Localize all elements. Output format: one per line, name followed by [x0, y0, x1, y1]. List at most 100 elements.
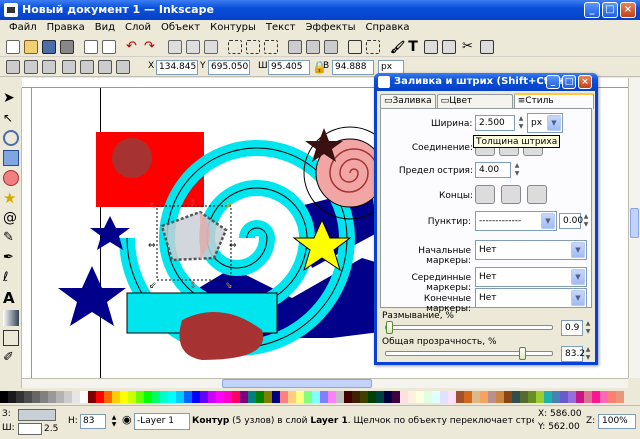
palette-swatch[interactable] — [616, 391, 624, 403]
palette-swatch[interactable] — [376, 391, 384, 403]
open-icon[interactable] — [24, 40, 38, 54]
opacity-slider[interactable] — [385, 351, 553, 356]
palette-swatch[interactable] — [520, 391, 528, 403]
height-input[interactable]: 94.888 — [332, 60, 374, 75]
palette-swatch[interactable] — [112, 391, 120, 403]
palette-swatch[interactable] — [408, 391, 416, 403]
palette-swatch[interactable] — [0, 391, 8, 403]
menu-object[interactable]: Объект — [156, 20, 205, 37]
palette-swatch[interactable] — [80, 391, 88, 403]
pencil-tool-icon[interactable]: ✎ — [3, 230, 19, 246]
miter-limit-input[interactable]: 4.00 — [475, 162, 511, 178]
palette-swatch[interactable] — [128, 391, 136, 403]
palette-swatch[interactable] — [240, 391, 248, 403]
rotate-cw-icon[interactable] — [80, 60, 94, 74]
opacity-value-spin[interactable]: ▲ ▼ — [584, 346, 592, 362]
menu-edit[interactable]: Правка — [42, 20, 90, 37]
text-tool-icon[interactable]: A — [3, 290, 19, 306]
blur-slider[interactable] — [385, 325, 553, 330]
menu-view[interactable]: Вид — [90, 20, 120, 37]
node-tool-icon[interactable]: ↖ — [3, 110, 19, 126]
palette-swatch[interactable] — [536, 391, 544, 403]
mid-marker-select[interactable]: Нет ▼ — [475, 267, 587, 287]
palette-swatch[interactable] — [72, 391, 80, 403]
palette-swatch[interactable] — [288, 391, 296, 403]
palette-swatch[interactable] — [504, 391, 512, 403]
selector-tool-icon[interactable]: ➤ — [3, 90, 19, 106]
stroke-width-input[interactable]: 2.500 — [475, 115, 515, 131]
menu-effects[interactable]: Эффекты — [300, 20, 360, 37]
palette-swatch[interactable] — [16, 391, 24, 403]
start-marker-select[interactable]: Нет ▼ — [475, 240, 587, 260]
document-properties-icon[interactable] — [480, 40, 494, 54]
undo-icon[interactable]: ↶ — [126, 40, 140, 54]
zoom-page-icon[interactable] — [264, 40, 278, 54]
palette-swatch[interactable] — [208, 391, 216, 403]
print-icon[interactable] — [60, 40, 74, 54]
maximize-button[interactable]: □ — [602, 2, 618, 18]
palette-swatch[interactable] — [344, 391, 352, 403]
palette-swatch[interactable] — [384, 391, 392, 403]
palette-swatch[interactable] — [584, 391, 592, 403]
opacity-slider-thumb[interactable] — [518, 347, 526, 360]
deselect-icon[interactable] — [42, 60, 56, 74]
resize-handle-w[interactable]: ⇔ — [148, 241, 156, 251]
preferences-icon[interactable]: ✂ — [462, 40, 476, 54]
palette-swatch[interactable] — [40, 391, 48, 403]
layer-select[interactable]: -Layer 1 — [134, 413, 190, 430]
palette-swatch[interactable] — [312, 391, 320, 403]
palette-swatch[interactable] — [320, 391, 328, 403]
duplicate-icon[interactable] — [288, 40, 302, 54]
palette-swatch[interactable] — [528, 391, 536, 403]
palette-swatch[interactable] — [224, 391, 232, 403]
palette-swatch[interactable] — [488, 391, 496, 403]
close-button[interactable]: × — [620, 2, 636, 18]
palette-swatch[interactable] — [456, 391, 464, 403]
palette-swatch[interactable] — [152, 391, 160, 403]
spiral-tool-icon[interactable]: @ — [3, 210, 19, 226]
miter-limit-spin[interactable]: ▲ ▼ — [513, 162, 521, 178]
resize-handle-s[interactable]: ⇕ — [189, 281, 197, 291]
new-document-icon[interactable] — [6, 40, 20, 54]
palette-swatch[interactable] — [256, 391, 264, 403]
save-icon[interactable] — [42, 40, 56, 54]
horizontal-scroll-thumb[interactable] — [222, 379, 372, 388]
stroke-swatch[interactable] — [18, 423, 42, 435]
align-distribute-icon[interactable] — [442, 40, 456, 54]
palette-swatch[interactable] — [264, 391, 272, 403]
width-input[interactable]: 95.405 — [268, 60, 310, 75]
blur-input[interactable]: 0.9 — [561, 320, 583, 336]
palette-swatch[interactable] — [24, 391, 32, 403]
tab-stroke-paint[interactable]: ▭Цвет штриха — [436, 94, 513, 116]
rectangle-tool-icon[interactable] — [3, 150, 19, 166]
palette-swatch[interactable] — [440, 391, 448, 403]
palette-swatch[interactable] — [336, 391, 344, 403]
dialog-close-button[interactable]: × — [578, 75, 592, 89]
palette-swatch[interactable] — [8, 391, 16, 403]
stroke-unit-select[interactable]: px ▼ — [527, 113, 563, 133]
vertical-scroll-thumb[interactable] — [630, 208, 639, 238]
rotate-ccw-icon[interactable] — [62, 60, 76, 74]
resize-handle-e[interactable]: ⇔ — [229, 241, 237, 251]
palette-swatch[interactable] — [392, 391, 400, 403]
palette-swatch[interactable] — [32, 391, 40, 403]
palette-swatch[interactable] — [136, 391, 144, 403]
zoom-selection-icon[interactable] — [228, 40, 242, 54]
palette-swatch[interactable] — [296, 391, 304, 403]
redo-icon[interactable]: ↷ — [144, 40, 158, 54]
palette-swatch[interactable] — [272, 391, 280, 403]
palette-swatch[interactable] — [96, 391, 104, 403]
blur-slider-thumb[interactable] — [386, 321, 394, 334]
palette-swatch[interactable] — [480, 391, 488, 403]
palette-swatch[interactable] — [120, 391, 128, 403]
palette-swatch[interactable] — [280, 391, 288, 403]
menu-help[interactable]: Справка — [360, 20, 414, 37]
clone-icon[interactable] — [306, 40, 320, 54]
palette-swatch[interactable] — [104, 391, 112, 403]
ellipse-tool-icon[interactable] — [3, 170, 19, 186]
palette-swatch[interactable] — [472, 391, 480, 403]
connector-tool-icon[interactable] — [3, 330, 19, 346]
palette-swatch[interactable] — [56, 391, 64, 403]
ungroup-icon[interactable] — [366, 40, 380, 54]
y-input[interactable]: 695.050 — [208, 60, 250, 75]
